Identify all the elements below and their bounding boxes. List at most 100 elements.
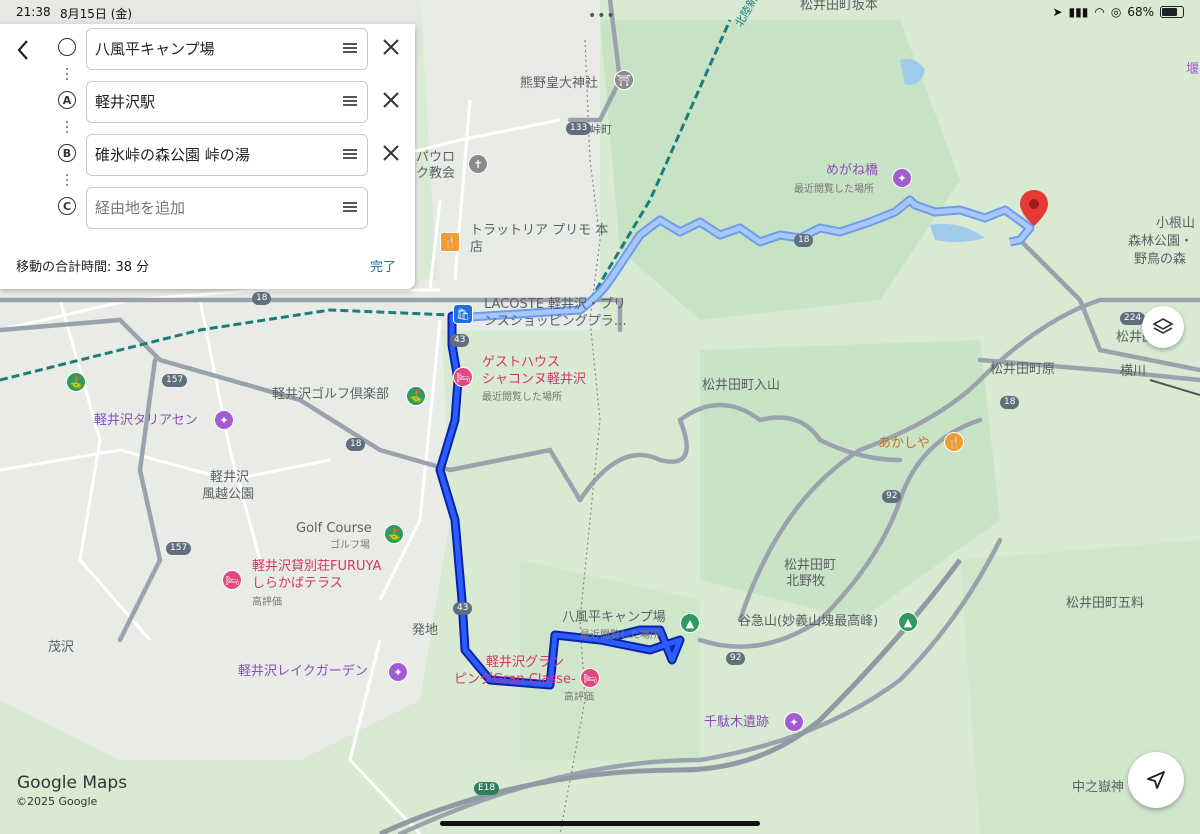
- road-shield: 18: [252, 292, 272, 305]
- add-stop-field[interactable]: 経由地を追加: [86, 187, 368, 229]
- navigation-arrow-icon: [1147, 771, 1165, 789]
- drag-handle-icon[interactable]: [343, 96, 357, 106]
- camp-icon[interactable]: ▲: [680, 613, 700, 633]
- directions-panel: 八風平キャンプ場 A 軽井沢駅 B 碓氷峠の森公園 峠の湯 C 経由地を追加 移…: [0, 24, 415, 289]
- road-shield: 157: [162, 374, 188, 387]
- attraction-icon-taliesin[interactable]: ✦: [214, 410, 234, 430]
- status-date: 8月15日 (金): [60, 7, 133, 21]
- map-label: あかしや: [878, 436, 930, 451]
- golf-icon[interactable]: ⛳: [66, 372, 86, 392]
- map-label: 小根山: [1156, 216, 1196, 231]
- map-label: しらかばテラス: [252, 576, 343, 591]
- map-label: 堰: [1186, 62, 1200, 77]
- stop-a-value: 軽井沢駅: [95, 93, 156, 111]
- alarm-icon: ◎: [1110, 5, 1122, 19]
- map-label: 店: [470, 240, 484, 255]
- stop-row-b: B 碓氷峠の森公園 峠の湯: [0, 132, 415, 176]
- map-label: 軽井沢レイクガーデン: [238, 664, 368, 679]
- status-bar: 21:38 8月15日 (金) ➤ ▮▮▮ ◠ ◎ 68%: [0, 0, 1200, 24]
- map-label: 松井田町入山: [702, 378, 781, 393]
- stop-b-field[interactable]: 碓氷峠の森公園 峠の湯: [86, 134, 368, 176]
- stop-b-icon: B: [58, 144, 76, 162]
- map-label: 森林公園・: [1128, 234, 1194, 249]
- copyright: ©2025 Google: [16, 795, 98, 808]
- stop-c-icon: C: [58, 197, 76, 215]
- map-label: 横川: [1120, 364, 1147, 379]
- status-time: 21:38: [16, 5, 51, 19]
- stop-b-value: 碓氷峠の森公園 峠の湯: [95, 146, 250, 164]
- remove-stop-icon[interactable]: [382, 91, 400, 109]
- stop-row-origin: 八風平キャンプ場: [0, 26, 415, 70]
- origin-field[interactable]: 八風平キャンプ場: [86, 28, 368, 70]
- map-label: 高評価: [252, 597, 282, 608]
- attraction-icon-megane[interactable]: ✦: [892, 168, 912, 188]
- map-label: 軽井沢ゴルフ倶楽部: [272, 387, 390, 402]
- stop-a-icon: A: [58, 91, 76, 109]
- restaurant-icon-akashiya[interactable]: 🍴: [944, 432, 964, 452]
- road-shield: 92: [882, 490, 902, 503]
- layers-button[interactable]: [1142, 306, 1184, 348]
- total-travel-time: 移動の合計時間: 38 分: [16, 260, 150, 275]
- attraction-icon-lakegarden[interactable]: ✦: [388, 662, 408, 682]
- signal-icon: ▮▮▮: [1068, 5, 1089, 19]
- stop-row-c: C 経由地を追加: [0, 185, 415, 229]
- layers-icon: [1152, 318, 1174, 334]
- golf-icon-3[interactable]: ⛳: [384, 524, 404, 544]
- road-shield: 92: [726, 652, 746, 665]
- map-label: 熊野皇大神社: [520, 76, 599, 91]
- road-shield: 43: [453, 602, 473, 615]
- road-shield: 18: [794, 234, 814, 247]
- destination-pin-icon[interactable]: [1020, 190, 1048, 230]
- restaurant-icon[interactable]: 🍴: [440, 232, 460, 252]
- google-maps-logo: Google Maps: [17, 773, 128, 793]
- map-label: 軽井沢グラン: [486, 655, 565, 670]
- map-label: ゴルフ場: [330, 540, 370, 551]
- map-label: 軽井沢貸別荘FURUYA: [252, 559, 382, 574]
- map-label: 八風平キャンプ場: [562, 610, 666, 625]
- map-label: Golf Course: [296, 521, 372, 536]
- shopping-icon[interactable]: 🛍: [453, 304, 473, 324]
- church-icon[interactable]: ✝: [468, 154, 488, 174]
- hotel-icon-guesthouse[interactable]: 🛏: [453, 367, 473, 387]
- map-label: 北野牧: [786, 574, 826, 589]
- map-label: 松井田町: [784, 558, 837, 573]
- map-label: 軽井沢タリアセン: [94, 413, 198, 428]
- map-label: 高評価: [564, 692, 594, 703]
- road-shield: 18: [346, 438, 366, 451]
- map-label: ゲストハウス: [482, 355, 561, 370]
- map-label: ク教会: [416, 166, 456, 181]
- hotel-icon-furuya[interactable]: 🛏: [222, 570, 242, 590]
- hotel-icon-granclasse[interactable]: 🛏: [580, 668, 600, 688]
- map-label: 松井田町五料: [1066, 596, 1145, 611]
- remove-stop-icon[interactable]: [382, 144, 400, 162]
- battery-percent: 68%: [1127, 5, 1154, 19]
- stop-a-field[interactable]: 軽井沢駅: [86, 81, 368, 123]
- origin-value: 八風平キャンプ場: [95, 40, 215, 58]
- drag-handle-icon[interactable]: [343, 149, 357, 159]
- map-label: 松井田町原: [990, 362, 1056, 377]
- stop-row-a: A 軽井沢駅: [0, 79, 415, 123]
- map-label: パウロ: [416, 150, 456, 165]
- drag-handle-icon[interactable]: [343, 43, 357, 53]
- mountain-icon[interactable]: ▲: [898, 612, 918, 632]
- golf-icon-2[interactable]: ⛳: [406, 386, 426, 406]
- map-label: ンスショッピングプラ…: [484, 314, 627, 329]
- map-label: トラットリア プリモ 本: [470, 223, 609, 238]
- recenter-button[interactable]: [1128, 752, 1184, 808]
- location-arrow-icon: ➤: [1052, 5, 1063, 19]
- map-label: 峠町: [590, 123, 612, 136]
- map-label: 最近閲覧した場所: [580, 630, 660, 641]
- done-button[interactable]: 完了: [370, 256, 396, 275]
- map-label: 谷急山(妙義山塊最高峰): [738, 614, 879, 629]
- road-shield: 18: [1000, 396, 1020, 409]
- home-indicator[interactable]: [440, 821, 760, 826]
- remove-stop-icon[interactable]: [382, 38, 400, 56]
- map-label: 風越公園: [202, 487, 255, 502]
- map-label: 軽井沢: [210, 470, 250, 485]
- drag-handle-icon[interactable]: [343, 202, 357, 212]
- battery-icon: [1160, 6, 1184, 18]
- shrine-icon[interactable]: ⛩: [614, 70, 634, 90]
- road-shield: 43: [450, 334, 470, 347]
- map-label: 茂沢: [48, 640, 75, 655]
- attraction-icon-sendagi[interactable]: ✦: [784, 712, 804, 732]
